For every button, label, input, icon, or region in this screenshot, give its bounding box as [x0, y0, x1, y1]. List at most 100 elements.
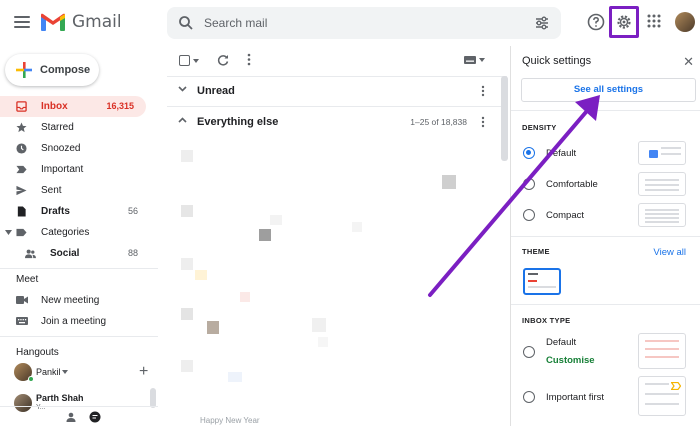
compose-label: Compose: [40, 64, 91, 76]
refresh-icon[interactable]: [217, 54, 229, 66]
sidebar-item-starred[interactable]: Starred: [0, 117, 150, 138]
customise-link[interactable]: Customise: [546, 355, 595, 366]
select-all-checkbox[interactable]: [179, 55, 190, 66]
caret-down-icon[interactable]: [479, 58, 485, 62]
close-icon[interactable]: ✕: [683, 54, 694, 70]
section-unread[interactable]: Unread: [167, 76, 497, 106]
gmail-m-icon: [41, 13, 65, 31]
more-vert-icon[interactable]: [247, 53, 251, 66]
panel-divider: [511, 304, 700, 305]
gear-icon[interactable]: [615, 13, 633, 31]
inbox-default-preview[interactable]: [638, 333, 686, 369]
add-contact-button[interactable]: +: [139, 363, 148, 381]
sidebar-scrollbar[interactable]: [150, 388, 156, 408]
panel-divider: [511, 236, 700, 237]
sidebar-item-categories[interactable]: Categories: [0, 222, 150, 243]
inbox-default-radio[interactable]: [523, 346, 535, 358]
main-menu-button[interactable]: [14, 12, 34, 32]
density-default-radio[interactable]: [523, 147, 535, 159]
see-all-settings-button[interactable]: See all settings: [521, 78, 696, 102]
search-bar[interactable]: Search mail: [167, 7, 561, 39]
hangouts-user-name[interactable]: Pankil: [36, 367, 61, 377]
gmail-logo[interactable]: Gmail: [40, 12, 122, 32]
more-vert-icon[interactable]: [481, 85, 485, 97]
more-vert-icon[interactable]: [481, 116, 485, 128]
social-count: 88: [127, 248, 138, 258]
video-camera-icon: [16, 296, 28, 304]
theme-section-title: THEME: [522, 247, 550, 256]
sidebar-item-sent[interactable]: Sent: [0, 180, 150, 201]
density-section-title: DENSITY: [522, 123, 557, 132]
sidebar-item-drafts[interactable]: Drafts 56: [0, 201, 150, 222]
sidebar-item-label: Starred: [41, 122, 74, 133]
chat-bubble-icon[interactable]: [89, 411, 101, 423]
contact-name[interactable]: Parth Shah: [36, 393, 84, 403]
sidebar-item-label: Categories: [41, 227, 90, 238]
list-item: [181, 150, 193, 162]
compose-button[interactable]: Compose: [5, 54, 99, 86]
chevron-down-icon[interactable]: [178, 86, 187, 92]
density-comfortable-preview[interactable]: [638, 172, 686, 196]
sidebar-item-label: Snoozed: [41, 143, 81, 154]
view-all-themes-link[interactable]: View all: [653, 247, 686, 258]
section-everything-else[interactable]: Everything else 1–25 of 18,838: [167, 107, 497, 137]
important-icon: [16, 165, 27, 174]
person-icon[interactable]: [66, 412, 76, 422]
chevron-up-icon[interactable]: [178, 117, 187, 123]
mail-list-scrollbar[interactable]: [501, 76, 508, 161]
density-comfortable-label: Comfortable: [546, 179, 598, 190]
sidebar-item-inbox[interactable]: Inbox 16,315: [0, 96, 146, 117]
list-item: [181, 308, 193, 320]
list-item: [207, 321, 219, 334]
density-default-preview[interactable]: [638, 141, 686, 165]
sidebar-item-social[interactable]: Social 88: [0, 243, 150, 264]
menu-icon: [14, 16, 30, 18]
drafts-count: 56: [127, 206, 138, 216]
email-subject: Happy New Year: [200, 416, 260, 425]
caret-down-icon[interactable]: [193, 59, 199, 63]
hangouts-bottom-bar: [0, 406, 158, 426]
new-meeting-item[interactable]: New meeting: [0, 290, 150, 311]
plus-icon: [16, 62, 32, 78]
hangouts-section-title: Hangouts: [16, 347, 59, 358]
density-compact-radio[interactable]: [523, 209, 535, 221]
gmail-wordmark: Gmail: [72, 12, 122, 32]
clock-icon: [16, 143, 27, 154]
help-icon[interactable]: [587, 13, 605, 31]
keyboard-icon: [16, 317, 28, 325]
star-icon: [16, 122, 27, 133]
keyboard-input-icon[interactable]: [464, 56, 476, 64]
list-item: [352, 222, 362, 232]
density-compact-preview[interactable]: [638, 203, 686, 227]
inbox-important-first-preview[interactable]: [638, 376, 686, 416]
quick-settings-title: Quick settings: [522, 55, 592, 67]
caret-down-icon[interactable]: [5, 230, 12, 235]
inbox-important-first-radio[interactable]: [523, 391, 535, 403]
sidebar-item-snoozed[interactable]: Snoozed: [0, 138, 150, 159]
list-item: [270, 215, 282, 225]
send-icon: [16, 185, 27, 196]
list-item: [181, 258, 193, 270]
apps-grid-icon[interactable]: [646, 13, 662, 29]
density-default-label: Default: [546, 148, 577, 159]
search-input[interactable]: Search mail: [204, 16, 267, 30]
inbox-type-section-title: INBOX TYPE: [522, 316, 571, 325]
caret-down-icon[interactable]: [62, 370, 68, 374]
theme-preview[interactable]: [523, 268, 561, 295]
sidebar-item-label: Important: [41, 164, 84, 175]
density-comfortable-radio[interactable]: [523, 178, 535, 190]
unread-count: 16,315: [106, 101, 134, 111]
search-options-icon[interactable]: [535, 16, 549, 30]
sidebar-item-label: Social: [50, 248, 80, 259]
sidebar-item-label: Sent: [41, 185, 62, 196]
join-meeting-item[interactable]: Join a meeting: [0, 311, 150, 332]
top-bar: Gmail Search mail: [0, 0, 700, 46]
important-icon: [671, 382, 681, 390]
mail-toolbar: [167, 46, 507, 76]
search-icon[interactable]: [178, 15, 194, 31]
account-avatar[interactable]: [675, 12, 695, 32]
sidebar-item-important[interactable]: Important: [0, 159, 150, 180]
list-item: [312, 318, 326, 332]
section-title: Unread: [197, 85, 235, 97]
sidebar-divider: [0, 336, 158, 337]
